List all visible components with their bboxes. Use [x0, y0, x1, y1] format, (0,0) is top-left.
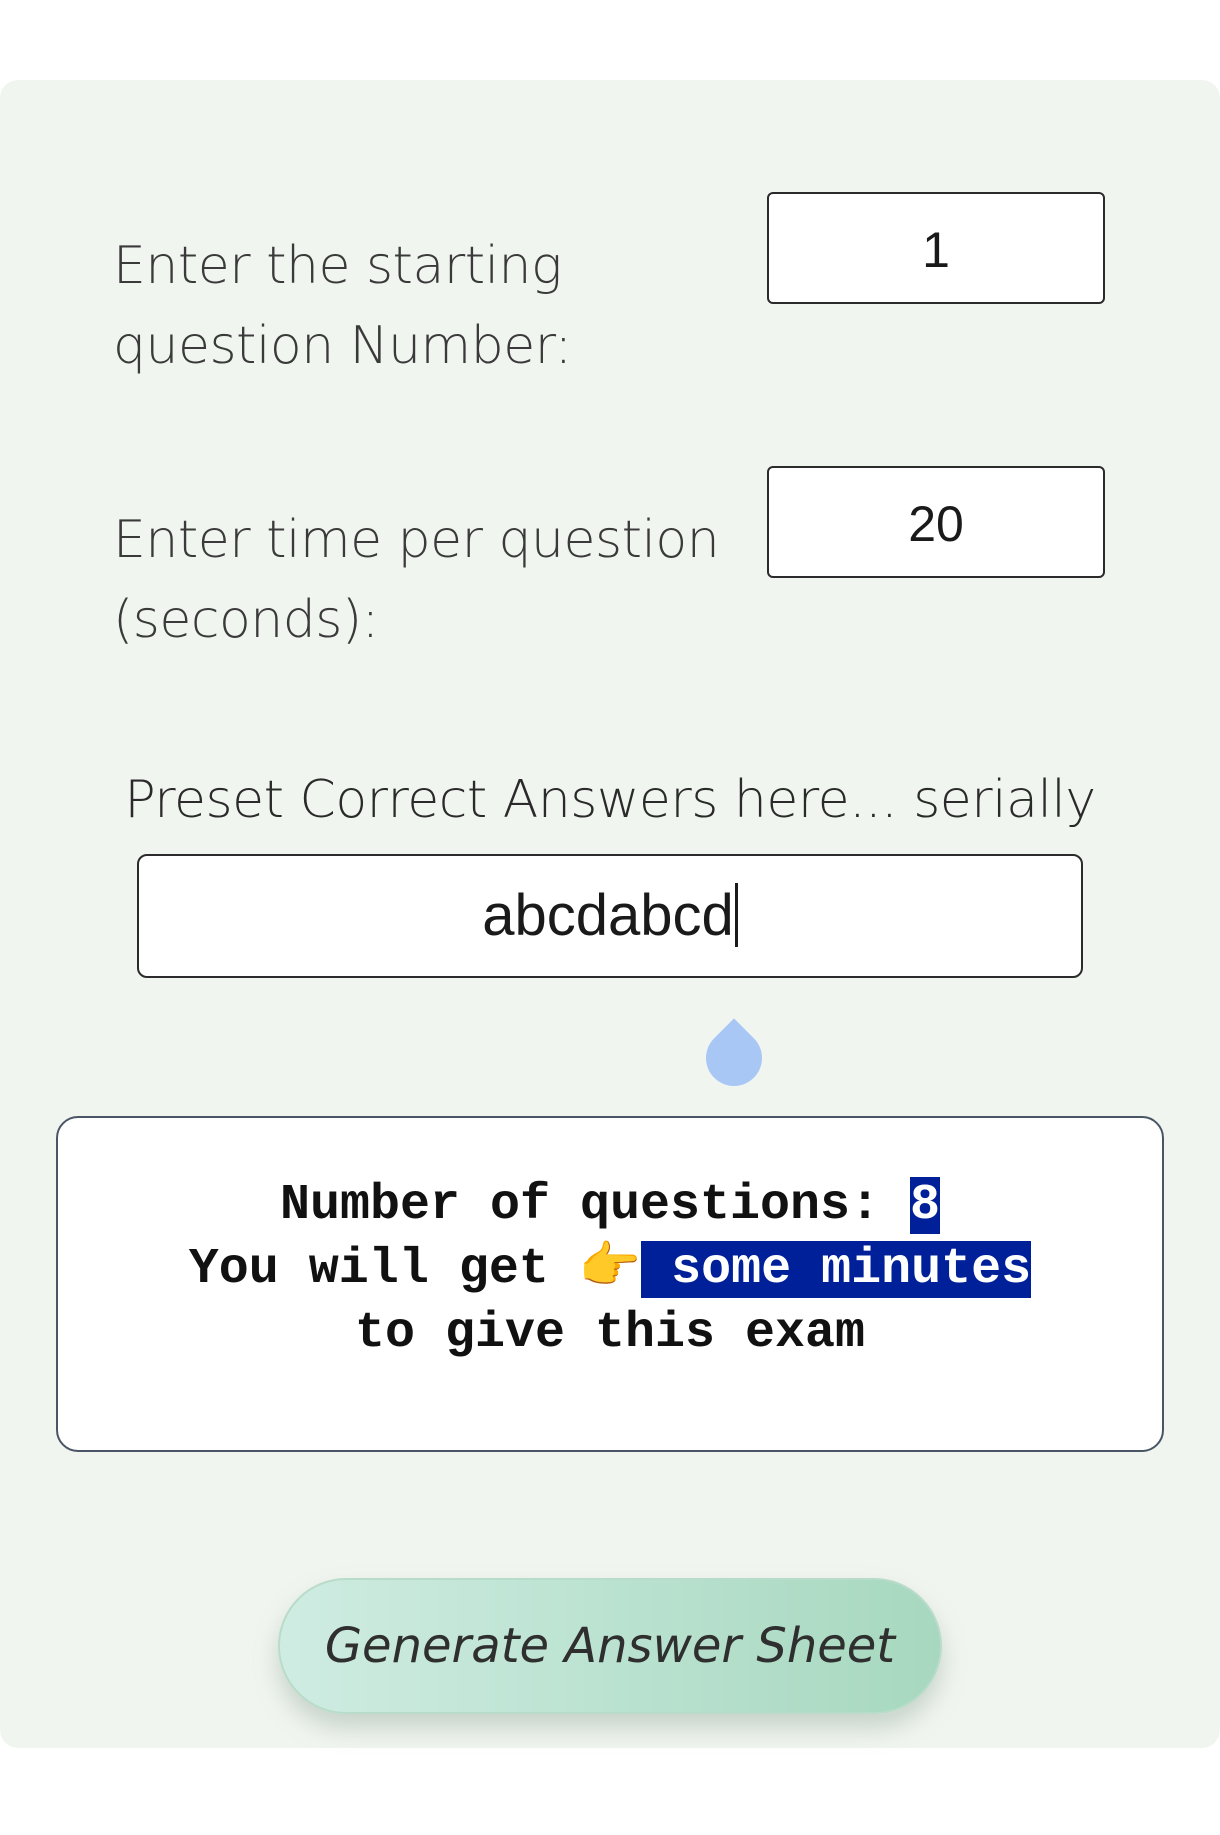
time-line-prefix: You will get — [188, 1241, 579, 1298]
question-count-prefix: Number of questions: — [279, 1177, 911, 1234]
time-highlight: some minutes — [641, 1241, 1032, 1298]
text-caret — [734, 883, 738, 947]
exam-info-box: Number of questions: 8 You will get 👉 so… — [56, 1116, 1164, 1452]
text-selection-handle-icon[interactable] — [694, 1018, 774, 1098]
exam-line: to give this exam — [354, 1305, 866, 1362]
pointing-right-hand-icon: 👉 — [578, 1241, 642, 1298]
start-question-label: Enter the starting question Number: — [113, 236, 572, 376]
form-card: Enter the starting question Number: 1 En… — [0, 80, 1220, 1748]
time-line: You will get 👉 some minutes — [58, 1238, 1162, 1302]
start-question-input[interactable]: 1 — [767, 192, 1105, 304]
question-count-line: Number of questions: 8 — [58, 1174, 1162, 1238]
time-per-question-label: Enter time per question (seconds): — [113, 510, 720, 650]
generate-answer-sheet-button[interactable]: Generate Answer Sheet — [278, 1578, 942, 1714]
time-per-question-input[interactable]: 20 — [767, 466, 1105, 578]
preset-answers-input[interactable]: abcdabcd — [137, 854, 1083, 978]
preset-answers-value: abcdabcd — [482, 883, 734, 948]
preset-answers-label: Preset Correct Answers here... serially — [124, 770, 1096, 830]
question-count-value: 8 — [910, 1177, 941, 1234]
